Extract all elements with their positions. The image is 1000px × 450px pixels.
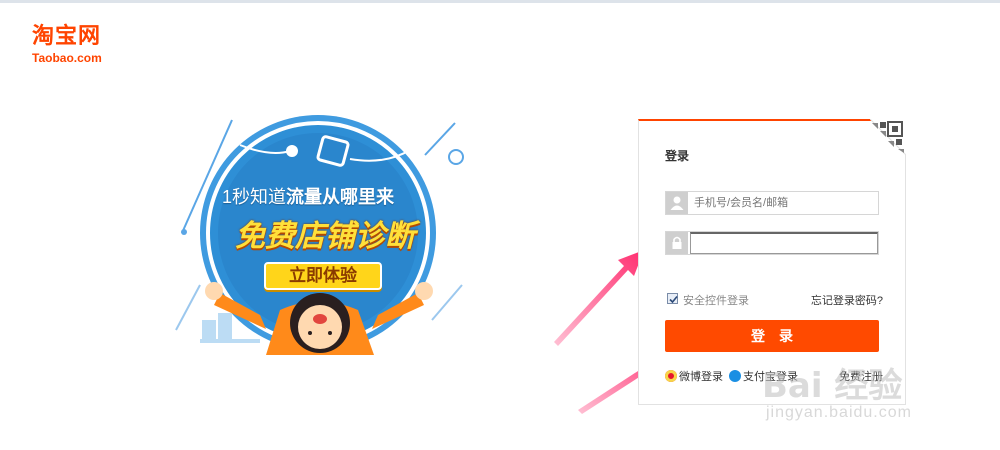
logo-en-text: Taobao.com bbox=[32, 51, 102, 65]
lock-icon bbox=[666, 232, 688, 254]
security-control-row: 安全控件登录 忘记登录密码? bbox=[667, 291, 883, 308]
try-now-button[interactable]: 立即体验 bbox=[264, 262, 382, 290]
qr-code-icon[interactable] bbox=[870, 119, 906, 155]
top-border bbox=[0, 0, 1000, 3]
alipay-icon bbox=[729, 370, 741, 382]
promo-banner[interactable]: 1秒知道流量从哪里来 免费店铺诊断 立即体验 bbox=[170, 115, 470, 355]
promo-headline-bold: 流量从哪里来 bbox=[286, 187, 395, 207]
forgot-password-link[interactable]: 忘记登录密码? bbox=[811, 292, 883, 308]
promo-headline-thin: 1秒知道 bbox=[222, 187, 287, 207]
username-input[interactable] bbox=[690, 193, 876, 213]
login-button[interactable]: 登录 bbox=[665, 320, 879, 352]
taobao-login-page: 淘宝网 Taobao.com 1秒知道流量从哪里来 免费店铺诊断 立即体验 登录… bbox=[0, 0, 1000, 450]
weibo-login-label: 微博登录 bbox=[679, 371, 723, 383]
watermark-brand: Bai 经验 bbox=[762, 366, 903, 406]
password-input[interactable] bbox=[690, 232, 878, 254]
taobao-logo[interactable]: 淘宝网 Taobao.com bbox=[32, 24, 142, 68]
weibo-icon bbox=[665, 370, 677, 382]
username-field bbox=[665, 191, 879, 215]
watermark-url: jingyan.baidu.com bbox=[766, 404, 912, 421]
checkbox-icon[interactable] bbox=[667, 293, 678, 304]
password-field bbox=[665, 231, 879, 255]
login-title: 登录 bbox=[665, 149, 690, 163]
user-icon bbox=[666, 192, 688, 214]
baidu-jingyan-watermark: Bai 经验 jingyan.baidu.com bbox=[762, 350, 962, 430]
logo-cn-text: 淘宝网 bbox=[32, 24, 102, 49]
security-control-label: 安全控件登录 bbox=[683, 295, 749, 307]
promo-title: 免费店铺诊断 bbox=[235, 220, 415, 253]
weibo-login-link[interactable]: 微博登录 bbox=[665, 368, 723, 384]
promo-headline: 1秒知道流量从哪里来 bbox=[222, 183, 422, 209]
